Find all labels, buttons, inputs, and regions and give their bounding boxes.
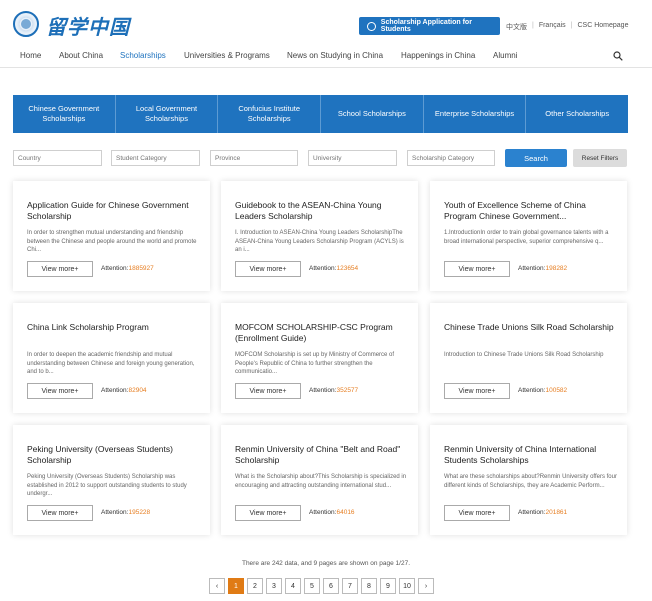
page-button[interactable]: 10 (399, 578, 415, 594)
view-more-button[interactable]: View more+ (235, 383, 301, 399)
card-description: What is the Scholarship about?This Schol… (235, 474, 407, 489)
page-button[interactable]: 5 (304, 578, 320, 594)
nav-happenings[interactable]: Happenings in China (401, 51, 475, 60)
page-button[interactable]: 6 (323, 578, 339, 594)
pagination-info: There are 242 data, and 9 pages are show… (241, 560, 411, 567)
attention-count: Attention:100582 (518, 387, 568, 394)
category-other[interactable]: Other Scholarships (526, 95, 628, 133)
view-more-button[interactable]: View more+ (235, 261, 301, 277)
view-more-button[interactable]: View more+ (444, 261, 510, 277)
province-select[interactable] (210, 150, 298, 166)
card-title[interactable]: Renmin University of China "Belt and Roa… (235, 444, 407, 466)
card-title[interactable]: Application Guide for Chinese Government… (27, 200, 199, 222)
site-logo-text[interactable]: 留学中国 (46, 11, 130, 40)
scholarship-category-bar: Chinese Government Scholarships Local Go… (13, 95, 628, 133)
nav-alumni[interactable]: Alumni (493, 51, 517, 60)
category-enterprise[interactable]: Enterprise Scholarships (424, 95, 527, 133)
view-more-button[interactable]: View more+ (27, 261, 93, 277)
csc-logo-icon[interactable] (13, 11, 39, 37)
reset-filters-button[interactable]: Reset Filters (573, 149, 627, 167)
card-description: Ⅰ. Introduction to ASEAN-China Young Lea… (235, 230, 404, 253)
language-links: 中文版 | Français | CSC Homepage (506, 22, 629, 32)
scholarship-application-label: Scholarship Application for Students (380, 19, 472, 33)
nav-news-studying[interactable]: News on Studying in China (287, 51, 383, 60)
attention-count: Attention:201861 (518, 509, 568, 516)
scholarship-card: China Link Scholarship Program In order … (13, 303, 210, 413)
university-select[interactable] (308, 150, 397, 166)
card-title[interactable]: Peking University (Overseas Students) Sc… (27, 444, 199, 466)
nav-about-china[interactable]: About China (59, 51, 103, 60)
card-description: In order to deepen the academic friendsh… (27, 352, 195, 375)
page-button[interactable]: 3 (266, 578, 282, 594)
card-title[interactable]: China Link Scholarship Program (27, 322, 199, 333)
site-header: 留学中国 Scholarship Application for Student… (0, 0, 652, 44)
card-description: 1.IntroductionIn order to train global g… (444, 230, 609, 245)
chinese-version-link[interactable]: 中文版 (506, 22, 527, 32)
scholarship-card: Chinese Trade Unions Silk Road Scholarsh… (430, 303, 627, 413)
view-more-button[interactable]: View more+ (235, 505, 301, 521)
scholarship-card: Guidebook to the ASEAN-China Young Leade… (221, 181, 418, 291)
attention-count: Attention:64016 (309, 509, 355, 516)
view-more-button[interactable]: View more+ (27, 383, 93, 399)
scholarship-category-select[interactable] (407, 150, 495, 166)
page-button[interactable]: 7 (342, 578, 358, 594)
page-button[interactable]: 8 (361, 578, 377, 594)
scholarship-card: Peking University (Overseas Students) Sc… (13, 425, 210, 535)
scholarship-card: Youth of Excellence Scheme of China Prog… (430, 181, 627, 291)
page-button[interactable]: 4 (285, 578, 301, 594)
page-button[interactable]: 9 (380, 578, 396, 594)
card-title[interactable]: MOFCOM SCHOLARSHIP-CSC Program (Enrollme… (235, 322, 407, 344)
attention-count: Attention:82904 (101, 387, 147, 394)
attention-count: Attention:352577 (309, 387, 359, 394)
card-title[interactable]: Chinese Trade Unions Silk Road Scholarsh… (444, 322, 616, 333)
scholarship-card: Application Guide for Chinese Government… (13, 181, 210, 291)
page-button[interactable]: 2 (247, 578, 263, 594)
french-version-link[interactable]: Français (539, 22, 566, 32)
attention-count: Attention:1885927 (101, 265, 154, 272)
view-more-button[interactable]: View more+ (444, 505, 510, 521)
nav-universities-programs[interactable]: Universities & Programs (184, 51, 270, 60)
student-category-select[interactable] (111, 150, 200, 166)
card-description: Introduction to Chinese Trade Unions Sil… (444, 352, 604, 358)
view-more-button[interactable]: View more+ (444, 383, 510, 399)
page-button[interactable]: 1 (228, 578, 244, 594)
scholarship-card: Renmin University of China International… (430, 425, 627, 535)
card-description: Peking University (Overseas Students) Sc… (27, 474, 187, 497)
card-title[interactable]: Youth of Excellence Scheme of China Prog… (444, 200, 616, 222)
card-title[interactable]: Guidebook to the ASEAN-China Young Leade… (235, 200, 407, 222)
nav-scholarships[interactable]: Scholarships (120, 51, 166, 60)
main-nav: Home About China Scholarships Universiti… (0, 44, 652, 68)
next-page-button[interactable]: › (418, 578, 434, 594)
category-school[interactable]: School Scholarships (321, 95, 424, 133)
prev-page-button[interactable]: ‹ (209, 578, 225, 594)
card-description: MOFCOM Scholarship is set up by Ministry… (235, 352, 395, 375)
csc-homepage-link[interactable]: CSC Homepage (578, 22, 629, 32)
scholarship-application-button[interactable]: Scholarship Application for Students (359, 17, 500, 35)
category-local-government[interactable]: Local Government Scholarships (116, 95, 219, 133)
view-more-button[interactable]: View more+ (27, 505, 93, 521)
card-description: In order to strengthen mutual understand… (27, 230, 197, 253)
search-button[interactable]: Search (505, 149, 567, 167)
attention-count: Attention:123654 (309, 265, 359, 272)
attention-count: Attention:195228 (101, 509, 151, 516)
user-icon (367, 21, 376, 31)
attention-count: Attention:198282 (518, 265, 568, 272)
pagination: ‹ 1 2 3 4 5 6 7 8 9 10 › (209, 578, 434, 594)
nav-home[interactable]: Home (20, 51, 41, 60)
card-title[interactable]: Renmin University of China International… (444, 444, 616, 466)
scholarship-card: Renmin University of China "Belt and Roa… (221, 425, 418, 535)
category-confucius-institute[interactable]: Confucius Institute Scholarships (218, 95, 322, 133)
card-description: What are these scholarships about?Renmin… (444, 474, 617, 489)
scholarship-card: MOFCOM SCHOLARSHIP-CSC Program (Enrollme… (221, 303, 418, 413)
country-select[interactable] (13, 150, 102, 166)
search-icon[interactable] (613, 51, 623, 61)
category-chinese-government[interactable]: Chinese Government Scholarships (13, 95, 116, 133)
